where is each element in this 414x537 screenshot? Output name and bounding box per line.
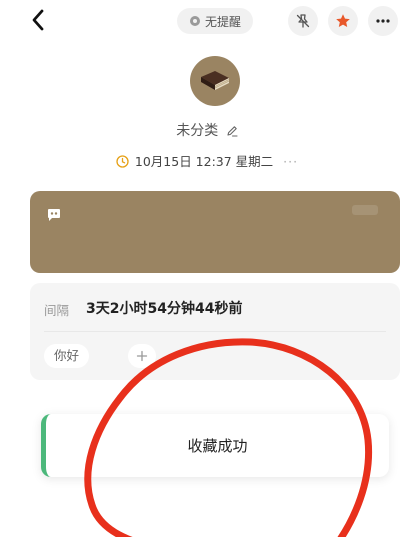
message-card[interactable]: 你好	[30, 191, 400, 448]
toast-message: 收藏成功	[187, 437, 248, 455]
back-button[interactable]	[24, 6, 52, 34]
pin-off-icon	[296, 14, 310, 28]
interval-value: 3天2小时54分钟44秒前	[86, 301, 243, 317]
top-bar: 无提醒	[0, 0, 414, 44]
star-icon	[336, 14, 350, 27]
more-horizontal-icon	[376, 19, 390, 23]
datetime-text: 10月15日 12:37 星期二	[134, 154, 274, 169]
note-detail-page: 无提醒 未分类 10月15日 12:37 星期二 ··· 间隔 3天2小时54分…	[0, 0, 414, 537]
reminder-label: 无提醒	[204, 14, 241, 29]
quote-icon	[47, 207, 61, 226]
reminder-icon	[189, 15, 201, 27]
add-tag-button[interactable]	[128, 344, 156, 368]
interval-label: 间隔	[44, 303, 70, 318]
info-card: 间隔 3天2小时54分钟44秒前 你好	[30, 283, 400, 380]
book-icon	[201, 71, 230, 90]
tag-chip[interactable]: 你好	[44, 344, 90, 368]
edit-icon[interactable]	[226, 125, 238, 141]
card-badge	[352, 205, 378, 215]
datetime-more-button[interactable]: ···	[283, 154, 298, 169]
pin-button[interactable]	[288, 6, 318, 36]
clock-icon	[116, 155, 129, 171]
divider	[44, 331, 386, 332]
datetime-row[interactable]: 10月15日 12:37 星期二 ···	[0, 151, 414, 171]
reminder-chip[interactable]: 无提醒	[177, 8, 253, 34]
plus-icon	[136, 350, 148, 362]
more-button[interactable]	[368, 6, 398, 36]
category-name: 未分类	[176, 123, 219, 139]
category-avatar[interactable]	[190, 56, 240, 106]
category-row[interactable]: 未分类	[0, 120, 414, 141]
toast: 收藏成功	[41, 414, 389, 477]
chevron-left-icon	[32, 9, 44, 31]
favorite-button[interactable]	[328, 6, 358, 36]
